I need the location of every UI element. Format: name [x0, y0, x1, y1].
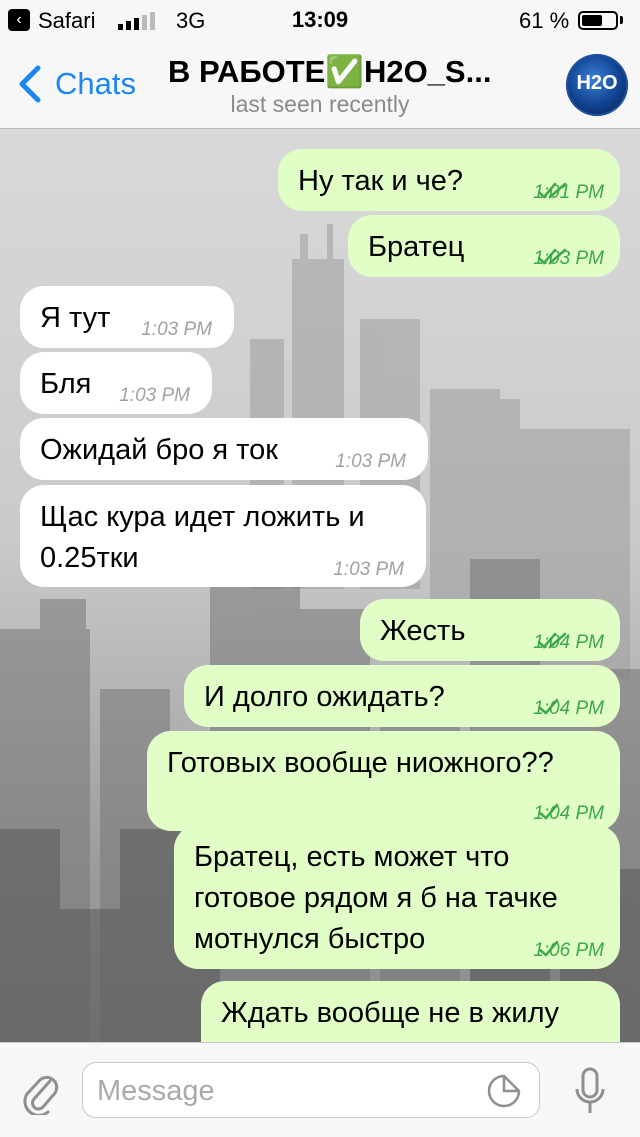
message-line: Братец, есть может что [194, 841, 510, 873]
battery-icon [578, 11, 618, 30]
message-line: мотнулся быстро [194, 923, 426, 955]
message-time: 1:03 PM [333, 559, 404, 580]
message-line: Ожидай бро я ток [40, 434, 278, 466]
message-input-bar [0, 1042, 640, 1137]
microphone-icon[interactable] [574, 1067, 606, 1117]
incoming-message[interactable]: Щас кура идет ложить и 0.25тки 1:03 PM [20, 485, 426, 587]
message-input[interactable] [95, 1071, 479, 1111]
status-bar: ‹ Safari 3G 13:09 61 % [0, 0, 640, 40]
outgoing-message[interactable]: Ждать вообще не в жилу1:06 PM [201, 981, 620, 1042]
message-meta: 1:06 PM [533, 940, 604, 962]
single-check-icon [538, 940, 559, 957]
message-meta: 1:03 PM [533, 248, 604, 270]
message-line: И долго ожидать? [204, 681, 445, 713]
avatar[interactable]: H2O [566, 54, 628, 116]
double-check-icon [537, 632, 567, 649]
message-line: Жесть [380, 615, 466, 647]
single-check-icon [538, 698, 559, 715]
message-text: И долго ожидать? [204, 677, 445, 718]
double-check-icon [537, 248, 567, 265]
avatar-label: H2O [576, 72, 618, 94]
message-time: 1:03 PM [119, 385, 190, 406]
outgoing-message[interactable]: И долго ожидать? 1:04 PM [184, 665, 620, 727]
message-text: Братец, есть может что готовое рядом я б … [194, 837, 558, 960]
message-field[interactable] [82, 1062, 540, 1118]
message-text: Готовых вообще ниожного?? [167, 743, 554, 784]
chat-title[interactable]: В РАБОТЕ✅H2O_S... [168, 53, 491, 90]
message-line: Я тут [40, 302, 111, 334]
single-check-icon [538, 803, 559, 820]
message-text: Жесть [380, 611, 465, 652]
message-time: 1:03 PM [141, 319, 212, 340]
message-line: Ну так и че? [298, 165, 463, 197]
sticker-icon[interactable] [487, 1074, 521, 1108]
message-text: Ждать вообще не в жилу [221, 993, 559, 1034]
battery-percent: 61 % [519, 8, 570, 33]
message-meta: 1:03 PM [119, 385, 190, 407]
navigation-bar: Chats В РАБОТЕ✅H2O_S... last seen recent… [0, 40, 640, 129]
message-meta: 1:04 PM [533, 632, 604, 654]
message-meta: 1:03 PM [335, 451, 406, 473]
message-line: Готовых вообще ниожного?? [167, 747, 554, 779]
battery-tip [620, 16, 623, 24]
incoming-message[interactable]: Ожидай бро я ток 1:03 PM [20, 418, 428, 480]
message-text: Братец [368, 227, 464, 268]
message-text: Ожидай бро я ток [40, 430, 278, 471]
message-line: Братец [368, 231, 465, 263]
outgoing-message[interactable]: Жесть 1:04 PM [360, 599, 620, 661]
paperclip-icon[interactable] [20, 1067, 60, 1115]
message-meta: 1:04 PM [533, 698, 604, 720]
incoming-message[interactable]: Я тут 1:03 PM [20, 286, 234, 348]
message-meta: 1:01 PM [533, 182, 604, 204]
message-meta: 1:03 PM [141, 319, 212, 341]
message-text: Бля [40, 364, 91, 405]
outgoing-message[interactable]: Готовых вообще ниожного?? 1:04 PM [147, 731, 620, 831]
message-line: Бля [40, 368, 92, 400]
double-check-icon [537, 182, 567, 199]
message-time: 1:03 PM [335, 451, 406, 472]
battery-level-fill [582, 15, 602, 26]
message-meta: 1:03 PM [333, 559, 404, 581]
incoming-message[interactable]: Бля 1:03 PM [20, 352, 212, 414]
message-line: 0.25тки [40, 542, 139, 574]
outgoing-message[interactable]: Ну так и че? 1:01 PM [278, 149, 620, 211]
message-meta: 1:04 PM [533, 803, 604, 825]
chat-background: Ну так и че? 1:01 PM Братец 1:03 PM Я тут 1:0… [0, 129, 640, 1042]
chat-status: last seen recently [230, 91, 410, 117]
message-line: готовое рядом я б на тачке [194, 882, 558, 914]
message-text: Я тут [40, 298, 110, 339]
message-line: Ждать вообще не в жилу [221, 997, 559, 1029]
message-line: Щас кура идет ложить и [40, 501, 365, 533]
message-text: Щас кура идет ложить и 0.25тки [40, 497, 365, 579]
outgoing-message[interactable]: Братец, есть может что готовое рядом я б … [174, 825, 620, 969]
message-text: Ну так и че? [298, 161, 463, 202]
outgoing-message[interactable]: Братец 1:03 PM [348, 215, 620, 277]
